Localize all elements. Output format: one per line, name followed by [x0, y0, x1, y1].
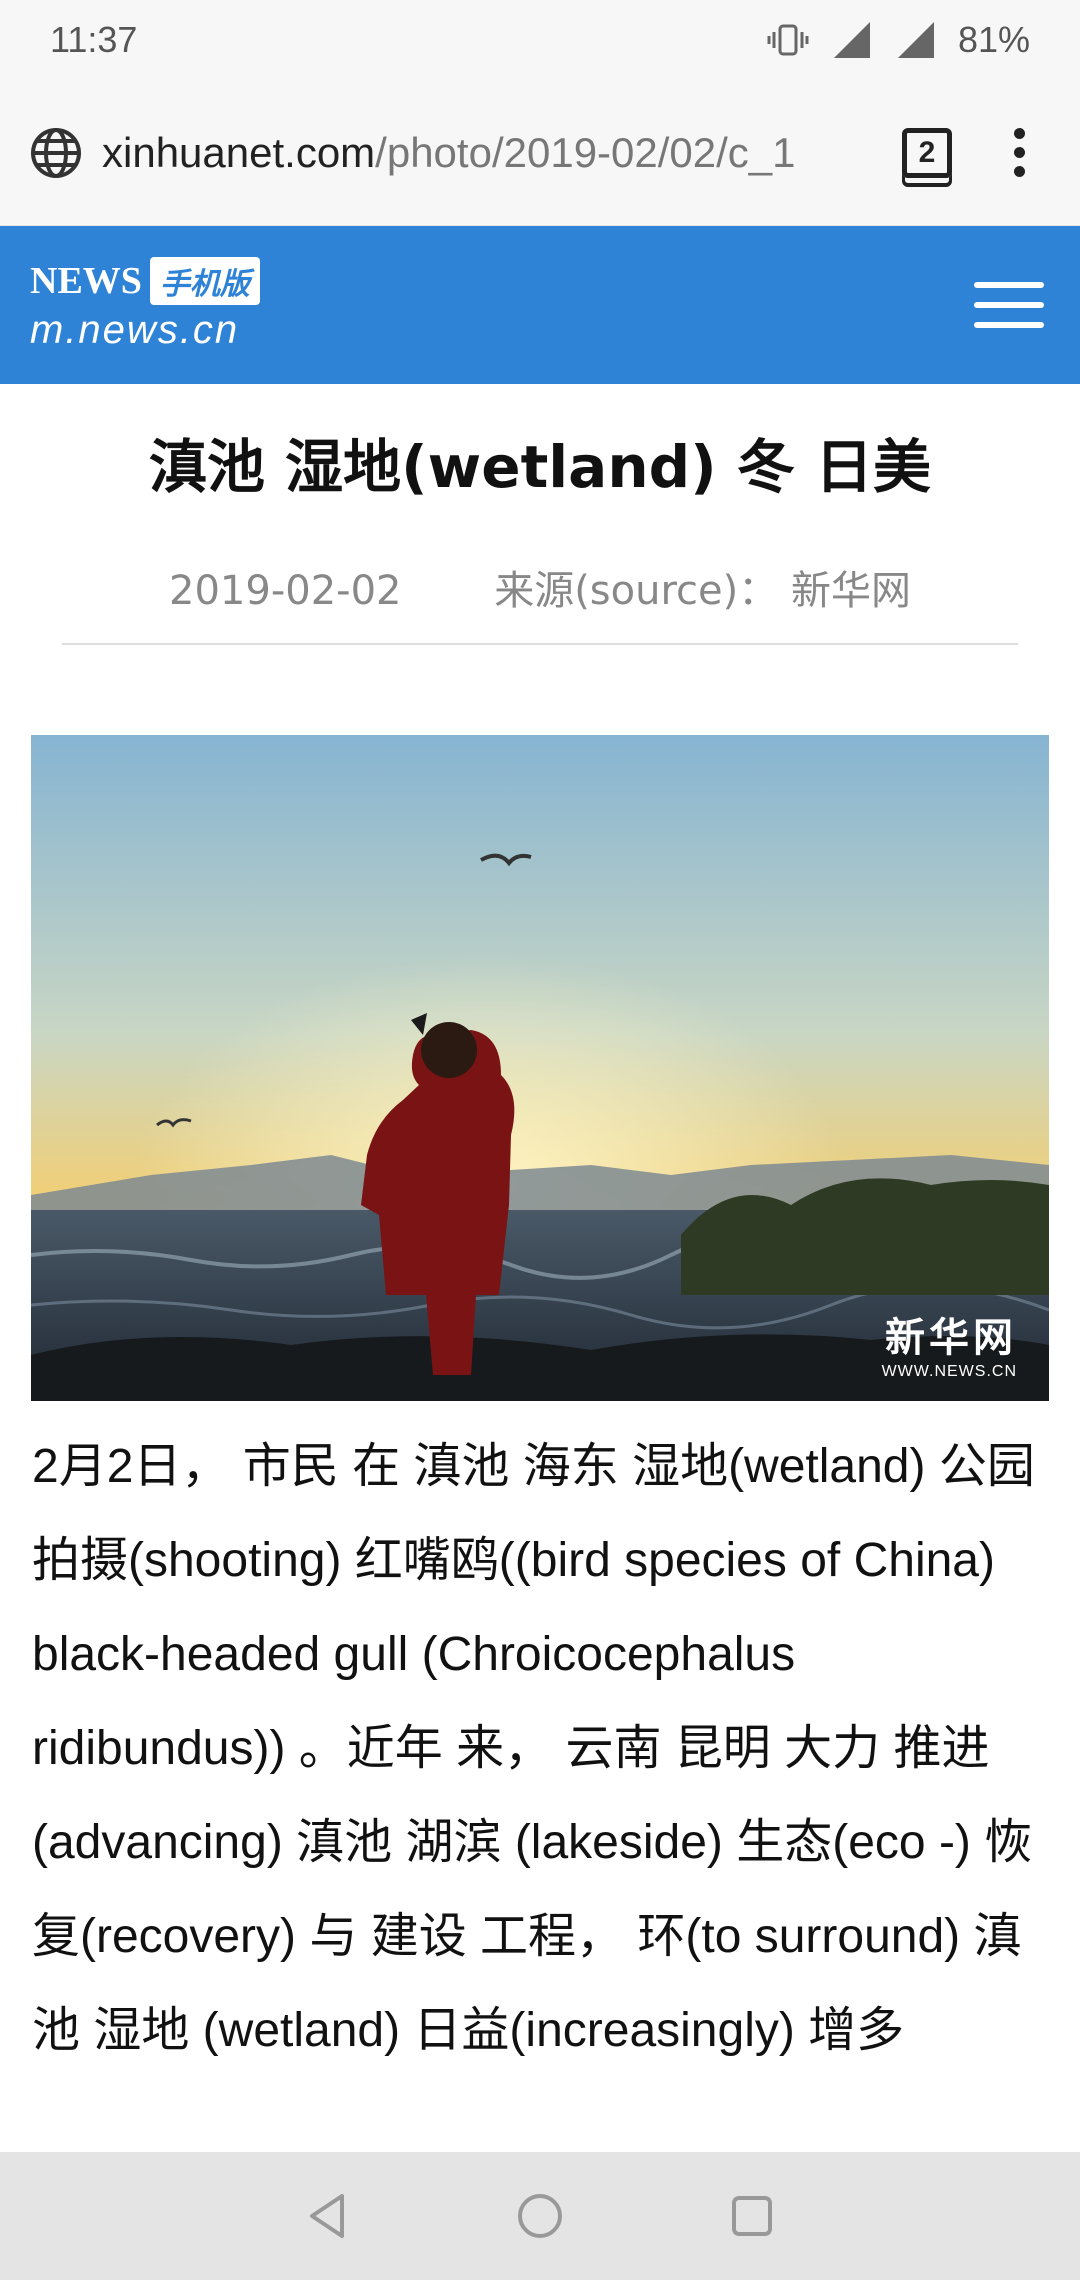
- logo-domain: m.news.cn: [30, 308, 240, 352]
- tab-switcher-button[interactable]: 2: [902, 127, 952, 178]
- cellular-roaming-icon: [897, 22, 934, 58]
- url-domain: xinhuanet.com: [102, 128, 376, 176]
- recents-icon[interactable]: [726, 2190, 778, 2242]
- logo-badge: 手机版: [149, 257, 260, 305]
- article-body: 2月2日， 市民 在 滇池 海东 湿地(wetland) 公园 拍摄(shoot…: [32, 1440, 1035, 2057]
- hamburger-menu-icon[interactable]: [974, 282, 1044, 328]
- watermark-url: WWW.NEWS.CN: [881, 1363, 1017, 1380]
- battery-percent: 81%: [957, 19, 1030, 60]
- cellular-4g-icon: [833, 22, 870, 58]
- article-source: 来源(source)： 新华网: [494, 568, 911, 614]
- home-icon[interactable]: [514, 2190, 566, 2242]
- url-field[interactable]: xinhuanet.com/photo/2019-02/02/c_1: [102, 129, 862, 177]
- article-meta: 2019-02-02 来源(source)： 新华网: [0, 558, 1080, 616]
- status-icons: 81%: [766, 18, 1030, 62]
- photo-watermark: 新华网 WWW.NEWS.CN: [882, 1305, 1017, 1381]
- divider: [62, 643, 1018, 645]
- watermark-cn: 新华网: [885, 1315, 1017, 1361]
- globe-icon: [31, 127, 81, 178]
- site-logo[interactable]: NEWS 手机版 m.news.cn: [30, 255, 270, 355]
- site-header: NEWS 手机版 m.news.cn: [0, 226, 1080, 384]
- article-date: 2019-02-02: [169, 568, 402, 614]
- browser-toolbar: xinhuanet.com/photo/2019-02/02/c_1 2: [0, 80, 1080, 226]
- logo-news-text: NEWS: [30, 260, 142, 302]
- system-nav-bar: [0, 2152, 1080, 2280]
- status-bar: 11:37 81%: [0, 0, 1080, 80]
- article-photo[interactable]: 新华网 WWW.NEWS.CN: [31, 735, 1049, 1401]
- status-time: 11:37: [50, 19, 138, 60]
- url-path: /photo/2019-02/02/c_1: [375, 128, 796, 176]
- vibrate-icon: [767, 24, 809, 56]
- article-title: 滇池 湿地(wetland) 冬 日美: [148, 433, 932, 501]
- photo-scene: [31, 735, 1049, 1401]
- overflow-menu-button[interactable]: [1014, 128, 1026, 177]
- back-icon[interactable]: [302, 2190, 354, 2242]
